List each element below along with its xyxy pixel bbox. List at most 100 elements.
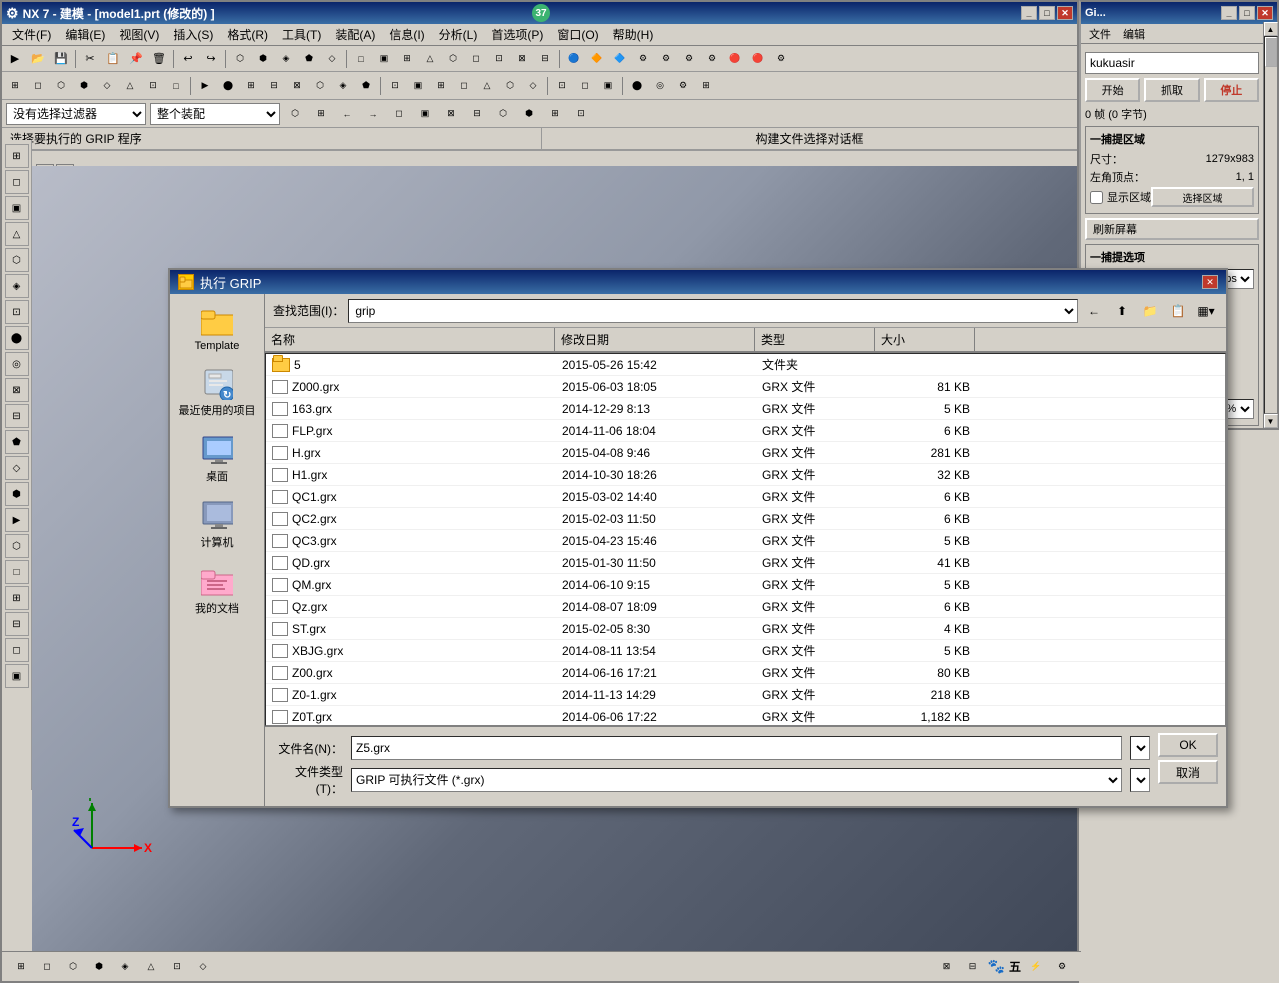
gi-start-btn[interactable]: 开始 (1085, 78, 1140, 102)
table-row[interactable]: FLP.grx 2014-11-06 18:04 GRX 文件 6 KB (266, 420, 1225, 442)
side-btn-9[interactable]: ◎ (5, 352, 29, 376)
tb2-btn-z[interactable]: ▣ (597, 75, 619, 97)
nav-item-template[interactable]: Template (174, 302, 260, 356)
file-list-container[interactable]: 5 2015-05-26 15:42 文件夹 Z000.grx 2015-06-… (265, 353, 1226, 726)
tb-view-btn[interactable]: ▦▾ (1194, 299, 1218, 323)
side-btn-15[interactable]: ▶ (5, 508, 29, 532)
tb-btn-d[interactable]: ⬟ (298, 48, 320, 70)
minimize-btn[interactable]: _ (1021, 6, 1037, 20)
tb2-btn-t[interactable]: ◻ (453, 75, 475, 97)
gi-capture-btn[interactable]: 抓取 (1144, 78, 1199, 102)
table-row[interactable]: H.grx 2015-04-08 9:46 GRX 文件 281 KB (266, 442, 1225, 464)
filter-btn-e[interactable]: ◻ (388, 103, 410, 125)
filter-btn-g[interactable]: ⊠ (440, 103, 462, 125)
menu-view[interactable]: 视图(V) (113, 24, 165, 45)
tb2-btn-ad[interactable]: ⊞ (695, 75, 717, 97)
menu-prefs[interactable]: 首选项(P) (485, 24, 549, 45)
nav-item-docs[interactable]: 我的文档 (174, 562, 260, 620)
menu-help[interactable]: 帮助(H) (607, 24, 660, 45)
gi-stop-btn[interactable]: 停止 (1204, 78, 1259, 102)
tb2-btn-aa[interactable]: ⬤ (626, 75, 648, 97)
tb2-btn-e[interactable]: ◇ (96, 75, 118, 97)
gi-menu-file[interactable]: 文件 (1085, 25, 1115, 43)
tb-btn-c[interactable]: ◈ (275, 48, 297, 70)
side-btn-3[interactable]: ▣ (5, 196, 29, 220)
tb2-btn-w[interactable]: ◇ (522, 75, 544, 97)
bottom-tb-j[interactable]: ⊟ (962, 956, 984, 978)
menu-analysis[interactable]: 分析(L) (433, 24, 484, 45)
table-row[interactable]: Qz.grx 2014-08-07 18:09 GRX 文件 6 KB (266, 596, 1225, 618)
bottom-tb-b[interactable]: ◻ (36, 956, 58, 978)
tb2-btn-i[interactable]: ▶ (194, 75, 216, 97)
side-btn-12[interactable]: ⬟ (5, 430, 29, 454)
filter-btn-d[interactable]: → (362, 103, 384, 125)
tb-btn-q[interactable]: 🔷 (609, 48, 631, 70)
tb-btn-j[interactable]: ⬡ (442, 48, 464, 70)
gi-refresh-btn[interactable]: 刷新屏幕 (1085, 218, 1259, 240)
tb2-btn-y[interactable]: ◻ (574, 75, 596, 97)
filetype-select[interactable]: GRIP 可执行文件 (*.grx) (351, 768, 1122, 792)
tb2-btn-v[interactable]: ⬡ (499, 75, 521, 97)
side-btn-21[interactable]: ▣ (5, 664, 29, 688)
bottom-tb-d[interactable]: ⬢ (88, 956, 110, 978)
tb-new-folder-btn[interactable]: 📁 (1138, 299, 1162, 323)
side-btn-8[interactable]: ⬤ (5, 326, 29, 350)
side-btn-16[interactable]: ⬡ (5, 534, 29, 558)
filename-dropdown[interactable]: ▾ (1130, 736, 1150, 760)
tb-btn-f[interactable]: □ (350, 48, 372, 70)
tb-btn-x[interactable]: ⚙ (770, 48, 792, 70)
bottom-tb-i[interactable]: ⊠ (936, 956, 958, 978)
filter-select[interactable]: 没有选择过滤器 (6, 103, 146, 125)
col-date[interactable]: 修改日期 (555, 328, 755, 351)
tb2-btn-c[interactable]: ⬡ (50, 75, 72, 97)
table-row[interactable]: QC2.grx 2015-02-03 11:50 GRX 文件 6 KB (266, 508, 1225, 530)
side-btn-7[interactable]: ⊡ (5, 300, 29, 324)
table-row[interactable]: ST.grx 2015-02-05 8:30 GRX 文件 4 KB (266, 618, 1225, 640)
ok-button[interactable]: OK (1158, 733, 1218, 757)
menu-format[interactable]: 格式(R) (221, 24, 274, 45)
nav-item-recent[interactable]: ↻ 最近使用的项目 (174, 364, 260, 422)
tb-save-btn[interactable]: 💾 (50, 48, 72, 70)
menu-tools[interactable]: 工具(T) (276, 24, 327, 45)
tb-btn-b[interactable]: ⬢ (252, 48, 274, 70)
side-btn-13[interactable]: ◇ (5, 456, 29, 480)
bottom-tb-g[interactable]: ⊡ (166, 956, 188, 978)
side-btn-4[interactable]: △ (5, 222, 29, 246)
bottom-tb-f[interactable]: △ (140, 956, 162, 978)
bottom-tb-l[interactable]: ⚙ (1051, 956, 1073, 978)
tb-btn-i[interactable]: △ (419, 48, 441, 70)
table-row[interactable]: XBJG.grx 2014-08-11 13:54 GRX 文件 5 KB (266, 640, 1225, 662)
menu-file[interactable]: 文件(F) (6, 24, 57, 45)
filter-btn-a[interactable]: ⬡ (284, 103, 306, 125)
table-row[interactable]: Z0T.grx 2014-06-06 17:22 GRX 文件 1,182 KB (266, 706, 1225, 726)
side-btn-18[interactable]: ⊞ (5, 586, 29, 610)
side-btn-2[interactable]: ◻ (5, 170, 29, 194)
col-type[interactable]: 类型 (755, 328, 875, 351)
tb2-btn-n[interactable]: ⬡ (309, 75, 331, 97)
filter-btn-h[interactable]: ⊟ (466, 103, 488, 125)
tb2-btn-p[interactable]: ⬟ (355, 75, 377, 97)
table-row[interactable]: 163.grx 2014-12-29 8:13 GRX 文件 5 KB (266, 398, 1225, 420)
tb2-btn-f[interactable]: △ (119, 75, 141, 97)
tb2-btn-j[interactable]: ⬤ (217, 75, 239, 97)
tb-undo-btn[interactable]: ↩ (177, 48, 199, 70)
side-btn-17[interactable]: □ (5, 560, 29, 584)
table-row[interactable]: QC3.grx 2015-04-23 15:46 GRX 文件 5 KB (266, 530, 1225, 552)
tb-btn-p[interactable]: 🔶 (586, 48, 608, 70)
filter-btn-j[interactable]: ⬢ (518, 103, 540, 125)
bottom-tb-k[interactable]: ⚡ (1025, 956, 1047, 978)
tb2-btn-ab[interactable]: ◎ (649, 75, 671, 97)
gi-select-area-btn[interactable]: 选择区域 (1151, 187, 1254, 207)
tb2-btn-x[interactable]: ⊡ (551, 75, 573, 97)
tb-btn-n[interactable]: ⊟ (534, 48, 556, 70)
tb-btn-u[interactable]: ⚙ (701, 48, 723, 70)
filetype-dropdown[interactable]: ▾ (1130, 768, 1150, 792)
filter-btn-i[interactable]: ⬡ (492, 103, 514, 125)
gi-scroll-thumb[interactable] (1265, 37, 1277, 67)
tb-btn-l[interactable]: ⊡ (488, 48, 510, 70)
gi-scroll-down-btn[interactable]: ▼ (1264, 414, 1278, 428)
menu-assembly[interactable]: 装配(A) (329, 24, 381, 45)
table-row[interactable]: QD.grx 2015-01-30 11:50 GRX 文件 41 KB (266, 552, 1225, 574)
tb-btn-h[interactable]: ⊞ (396, 48, 418, 70)
tb-open-btn[interactable]: 📂 (27, 48, 49, 70)
